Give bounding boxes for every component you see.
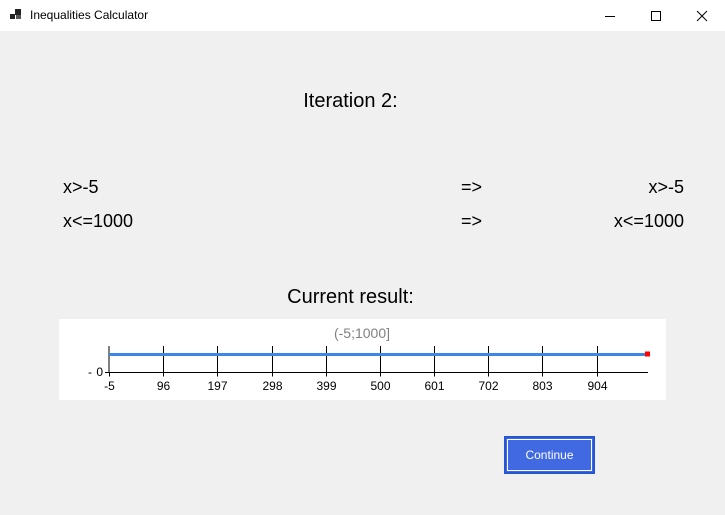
x-tick-label-1: 96 (157, 379, 171, 393)
x-tick-label-9: 904 (587, 379, 607, 393)
x-tick-label-0: -5 (104, 379, 115, 393)
title-bar: Inequalities Calculator (0, 0, 725, 31)
maximize-button[interactable] (633, 0, 679, 31)
chart-title: (-5;1000] (334, 325, 390, 341)
x-tick-label-8: 803 (532, 379, 552, 393)
close-icon (696, 10, 708, 21)
closed-endpoint-marker (645, 351, 650, 357)
y-tick-label: 0 (96, 365, 103, 379)
minimize-button[interactable] (587, 0, 633, 31)
close-button[interactable] (679, 0, 725, 31)
x-tick-label-6: 601 (424, 379, 444, 393)
number-line-chart: (-5;1000] 0 - -5 96 197 298 399 500 601 702 803 9… (88, 325, 650, 393)
arrow-2: => (461, 211, 483, 231)
x-tick-label-3: 298 (262, 379, 282, 393)
y-tick-dash: - (88, 365, 92, 379)
x-tick-label-2: 197 (207, 379, 227, 393)
minimize-icon (605, 15, 615, 17)
x-tick-label-5: 500 (370, 379, 390, 393)
result-chart: (-5;1000] 0 - -5 96 197 298 399 500 601 702 803 9… (59, 319, 666, 400)
app-icon (10, 9, 21, 19)
inequality-output-1: x>-5 (648, 177, 684, 197)
x-tick-label-4: 399 (316, 379, 336, 393)
inequality-input-1: x>-5 (63, 177, 99, 197)
continue-button[interactable]: Continue (504, 436, 595, 474)
inequality-output-2: x<=1000 (613, 211, 684, 231)
inequality-input-2: x<=1000 (63, 211, 134, 231)
x-tick-label-7: 702 (478, 379, 498, 393)
iteration-title: Iteration 2: (303, 90, 398, 112)
arrow-1: => (461, 177, 483, 197)
window-title: Inequalities Calculator (30, 8, 149, 22)
maximize-icon (651, 10, 661, 21)
current-result-title: Current result: (287, 286, 414, 308)
